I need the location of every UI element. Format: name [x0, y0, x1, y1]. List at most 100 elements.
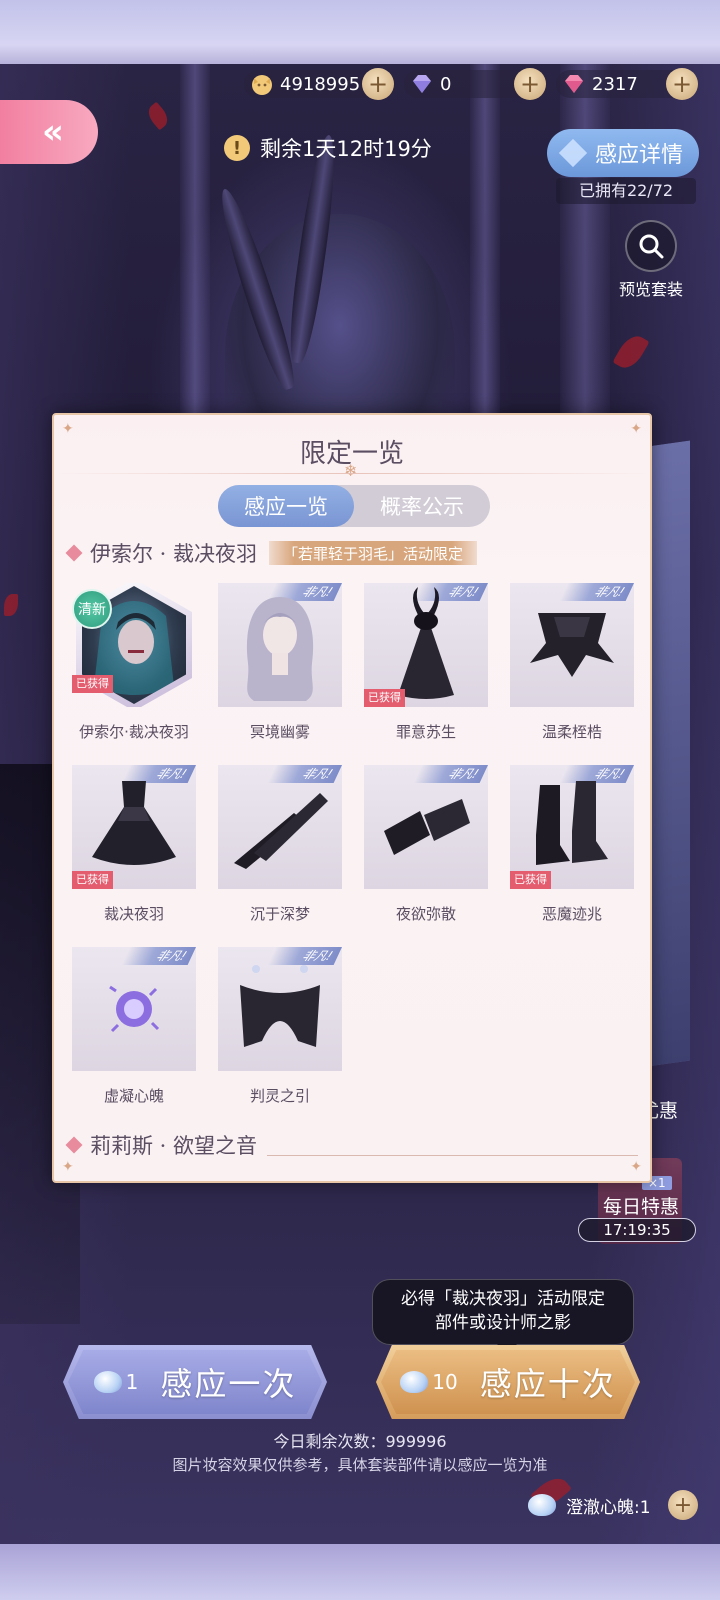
crystal-icon	[562, 72, 586, 96]
item-thumbnail: 非凡!	[218, 583, 342, 707]
cat-coin-icon	[250, 72, 274, 96]
item-card[interactable]: 非凡! 沉于深梦	[218, 765, 342, 935]
petal	[612, 330, 650, 374]
heart-crystal-icon	[400, 1371, 429, 1393]
owned-badge: 已获得	[510, 871, 551, 889]
item-name: 恶魔迹兆	[541, 905, 602, 923]
rarity-ribbon: 非凡!	[413, 765, 488, 783]
event-limited-tag: 「若罪轻于羽毛」活动限定	[269, 541, 478, 565]
draw-once-button[interactable]: 1 感应一次	[63, 1345, 327, 1419]
preview-outfit-label: 预览套装	[618, 280, 683, 299]
fresh-badge: 清新	[72, 589, 112, 629]
timer-text: 剩余1天12时19分	[260, 137, 432, 161]
button-content: 1 感应一次	[93, 1359, 297, 1405]
item-card[interactable]: 清新 已获得 伊索尔·裁决夜羽	[72, 583, 196, 753]
collar-art	[530, 613, 614, 677]
item-thumbnail: 清新 已获得	[72, 583, 196, 707]
diamond-bullet-icon	[65, 544, 83, 562]
item-card[interactable]: 非凡! 已获得 罪意苏生	[364, 583, 488, 753]
double-chevron-left-icon: «	[42, 112, 64, 152]
button-content: 10 感应十次	[400, 1359, 615, 1405]
item-name: 裁决夜羽	[103, 905, 164, 923]
item-thumbnail: 非凡!	[364, 765, 488, 889]
add-diamond-button[interactable]: +	[514, 68, 546, 100]
curtain-accessory-art	[240, 965, 320, 1047]
gold-value: 4918995	[280, 73, 361, 95]
soul-orb-art	[109, 985, 160, 1033]
item-card[interactable]: 非凡! 已获得 裁决夜羽	[72, 765, 196, 935]
crystal-value: 2317	[592, 73, 638, 95]
alert-icon: !	[224, 135, 250, 161]
remaining-draws: 今日剩余次数：999996	[273, 1432, 447, 1451]
diamond-value: 0	[440, 73, 452, 95]
event-timer: ! 剩余1天12时19分	[224, 128, 432, 168]
rarity-ribbon: 非凡!	[121, 947, 196, 965]
hair-art	[246, 597, 314, 701]
section-title: 莉莉斯 · 欲望之音	[90, 1134, 258, 1158]
magnifier-icon	[625, 220, 677, 272]
divider	[267, 1155, 638, 1156]
bottom-frame	[0, 1544, 720, 1600]
draw-ten-button[interactable]: 10 感应十次	[376, 1345, 640, 1419]
owned-badge: 已获得	[72, 871, 113, 889]
item-name: 罪意苏生	[395, 723, 456, 741]
item-name: 虚凝心魄	[103, 1087, 164, 1105]
draw-cost: 10	[432, 1370, 458, 1394]
item-card[interactable]: 非凡! 虚凝心魄	[72, 947, 196, 1117]
item-name: 伊索尔·裁决夜羽	[79, 723, 189, 741]
petal	[144, 101, 172, 131]
tab-draw-list[interactable]: 感应一览	[218, 485, 354, 527]
add-gold-button[interactable]: +	[362, 68, 394, 100]
modal-tabs: 感应一览 概率公示	[218, 485, 490, 527]
rarity-ribbon: 非凡!	[267, 765, 342, 783]
tab-probability[interactable]: 概率公示	[354, 485, 490, 527]
section-header-lilith: 莉莉斯 · 欲望之音	[65, 1128, 638, 1162]
daily-deal-timer: 17:19:35	[578, 1218, 696, 1242]
diamond-bullet-icon	[65, 1136, 83, 1154]
boots-art	[536, 781, 608, 865]
owned-count: 已拥有22/72	[556, 178, 696, 204]
soul-counter: 澄澈心魄:1 +	[528, 1490, 708, 1520]
draw-detail-button[interactable]: 感应详情	[547, 129, 699, 177]
currency-bar: 4918995 + 0 + 2317 +	[0, 66, 720, 102]
limited-list-modal: ✦ ✦ ✦ ✦ 限定一览 ❄ 感应一览 概率公示 伊索尔 · 裁决夜羽 「若罪轻…	[52, 413, 652, 1183]
item-card[interactable]: 非凡! 已获得 恶魔迹兆	[510, 765, 634, 935]
item-name: 沉于深梦	[249, 905, 310, 923]
back-button[interactable]: «	[0, 100, 98, 164]
item-thumbnail: 非凡!	[72, 947, 196, 1071]
tooltip-line: 必得「裁决夜羽」活动限定	[401, 1289, 605, 1309]
item-name: 夜欲弥散	[395, 905, 456, 923]
gold-currency: 4918995	[244, 70, 380, 98]
add-crystal-button[interactable]: +	[666, 68, 698, 100]
petal	[4, 594, 18, 616]
preview-outfit-button[interactable]: 预览套装	[612, 220, 690, 299]
item-card[interactable]: 非凡! 冥境幽雾	[218, 583, 342, 753]
item-name: 温柔桎梏	[541, 723, 602, 741]
item-thumbnail: 非凡! 已获得	[364, 583, 488, 707]
item-card[interactable]: 非凡! 温柔桎梏	[510, 583, 634, 753]
draw-once-label: 感应一次	[160, 1365, 297, 1403]
section-title: 伊索尔 · 裁决夜羽	[90, 542, 258, 566]
item-thumbnail: 非凡! 已获得	[510, 765, 634, 889]
draw-cost: 1	[125, 1370, 139, 1394]
rarity-ribbon: 非凡!	[559, 583, 634, 601]
soul-count: 澄澈心魄:1	[566, 1497, 651, 1518]
disclaimer-text: 图片妆容效果仅供参考，具体套装部件请以感应一览为准	[172, 1456, 548, 1474]
add-soul-button[interactable]: +	[668, 1490, 698, 1520]
daily-deal-label: 每日特惠	[602, 1196, 679, 1218]
headdress-art	[398, 587, 454, 699]
top-frame	[0, 0, 720, 64]
divider	[54, 473, 650, 474]
draw-detail-label: 感应详情	[594, 143, 683, 168]
section-header-isol: 伊索尔 · 裁决夜羽 「若罪轻于羽毛」活动限定	[65, 536, 638, 570]
owned-badge: 已获得	[72, 675, 113, 693]
item-name: 冥境幽雾	[249, 723, 310, 741]
item-thumbnail: 非凡! 已获得	[72, 765, 196, 889]
item-thumbnail: 非凡!	[218, 947, 342, 1071]
item-card[interactable]: 非凡! 夜欲弥散	[364, 765, 488, 935]
item-thumbnail: 非凡!	[218, 765, 342, 889]
armbands-art	[384, 799, 470, 855]
gloves-art	[234, 793, 328, 869]
item-card[interactable]: 非凡! 判灵之引	[218, 947, 342, 1117]
tooltip-line: 部件或设计师之影	[435, 1313, 571, 1333]
